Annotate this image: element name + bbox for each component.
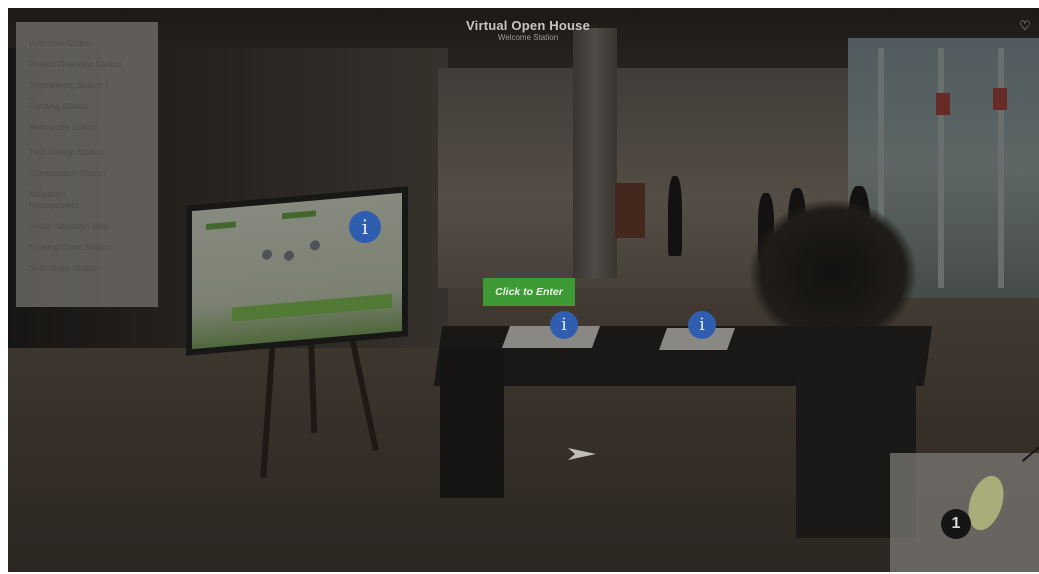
minimap[interactable]: 1 — [890, 446, 1039, 572]
panorama-viewer[interactable]: Virtual Open House Welcome Station ♡ Wel… — [8, 8, 1039, 572]
sidebar-item-welcome-station[interactable]: Welcome Station — [29, 38, 152, 49]
sidebar-item-funding[interactable]: Funding Station — [29, 101, 152, 112]
page-subtitle: Welcome Station — [497, 33, 559, 42]
station-sidebar: Welcome Station Project Overview Station… — [16, 22, 158, 307]
info-icon[interactable]: i — [688, 311, 716, 339]
sidebar-item-project-overview[interactable]: Project Overview Station — [29, 59, 152, 70]
sidebar-item-mitigation[interactable]: Mitigation — [29, 189, 152, 200]
page-title: Virtual Open House — [466, 18, 590, 33]
sidebar-item-construction[interactable]: Construction Station — [29, 168, 152, 179]
sidebar-item-engineering[interactable]: Engineering Station I — [29, 80, 152, 91]
heart-icon[interactable]: ♡ — [1017, 18, 1033, 34]
sidebar-item-management[interactable]: Management — [29, 200, 152, 211]
header: Virtual Open House Welcome Station — [428, 18, 628, 42]
sidebar-item-resources[interactable]: Resources Station — [29, 122, 152, 133]
info-icon[interactable]: i — [550, 311, 578, 339]
sidebar-item-attraction-map[interactable]: Inside Attraction Map — [29, 221, 152, 232]
sidebar-item-existing-cycle[interactable]: Existing Cycle Station — [29, 242, 152, 253]
map-location-marker[interactable]: 1 — [941, 509, 971, 539]
sidebar-item-task-design[interactable]: Task Design Station — [29, 147, 152, 158]
click-to-enter-button[interactable]: Click to Enter — [483, 278, 575, 306]
navigation-arrow-icon[interactable] — [566, 444, 600, 464]
info-icon[interactable]: i — [349, 211, 381, 243]
sidebar-item-next-steps[interactable]: Next Steps Station — [29, 263, 152, 274]
